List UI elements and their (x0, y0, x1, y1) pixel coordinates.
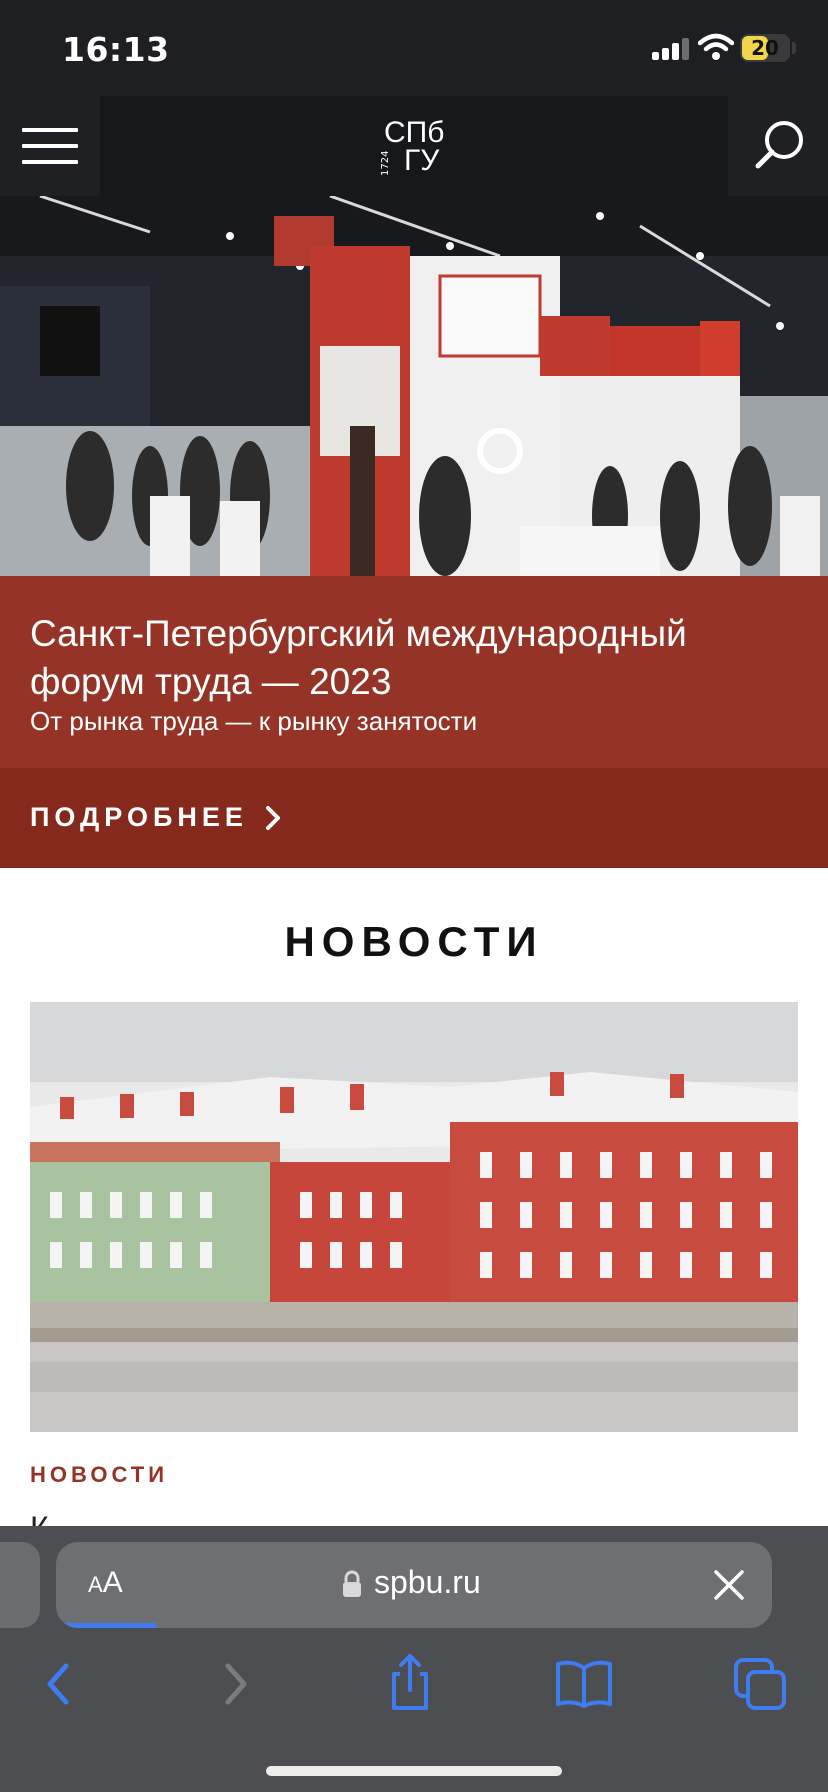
share-icon[interactable] (370, 1648, 450, 1718)
logo-year-text: 1724 (380, 150, 391, 176)
back-icon[interactable] (18, 1648, 98, 1718)
spbu-logo[interactable]: СПб ГУ 1724 (380, 116, 448, 178)
previous-tab-peek[interactable] (0, 1542, 40, 1628)
search-icon (755, 121, 803, 169)
hero-image[interactable] (0, 196, 828, 576)
tabs-icon[interactable] (722, 1648, 802, 1718)
close-icon[interactable] (710, 1566, 748, 1604)
forward-icon[interactable] (196, 1648, 276, 1718)
news-category-label[interactable]: НОВОСТИ (30, 1462, 168, 1488)
cellular-signal-icon (652, 38, 690, 60)
aa-big-glyph: A (102, 1566, 123, 1599)
hero-title[interactable]: Санкт-Петербургский международный форум … (30, 610, 810, 706)
hero-subtitle: От рынка труда — к рынку занятости (30, 706, 478, 736)
battery-level: 20 (751, 36, 779, 60)
hero-panel[interactable]: Санкт-Петербургский международный форум … (0, 576, 828, 768)
search-button[interactable] (728, 96, 828, 196)
bookmarks-icon[interactable] (544, 1648, 624, 1718)
battery-icon: 20 (740, 34, 790, 62)
url-text[interactable]: spbu.ru (374, 1564, 481, 1601)
news-image[interactable] (30, 1002, 798, 1432)
status-time: 16:13 (62, 30, 170, 69)
browser-toolbar: AA spbu.ru (0, 1526, 828, 1792)
status-bar: 16:13 20 (0, 0, 828, 96)
home-indicator (266, 1766, 562, 1776)
reader-options-button[interactable]: AA (88, 1566, 123, 1600)
news-heading: НОВОСТИ (284, 918, 544, 965)
chevron-right-icon (266, 806, 280, 830)
more-label: ПОДРОБНЕЕ (30, 802, 248, 832)
more-button[interactable]: ПОДРОБНЕЕ (0, 768, 828, 868)
page-load-progress (56, 1623, 157, 1628)
lock-icon (343, 1570, 361, 1597)
aa-small-glyph: A (88, 1572, 103, 1597)
logo-bottom-text: ГУ (404, 144, 440, 177)
hamburger-icon[interactable] (0, 96, 100, 196)
wifi-icon (698, 33, 734, 60)
address-bar[interactable]: AA spbu.ru (56, 1542, 772, 1628)
site-header: СПб ГУ 1724 (0, 96, 828, 196)
news-section: НОВОСТИ НОВОСТИ (0, 868, 828, 1546)
